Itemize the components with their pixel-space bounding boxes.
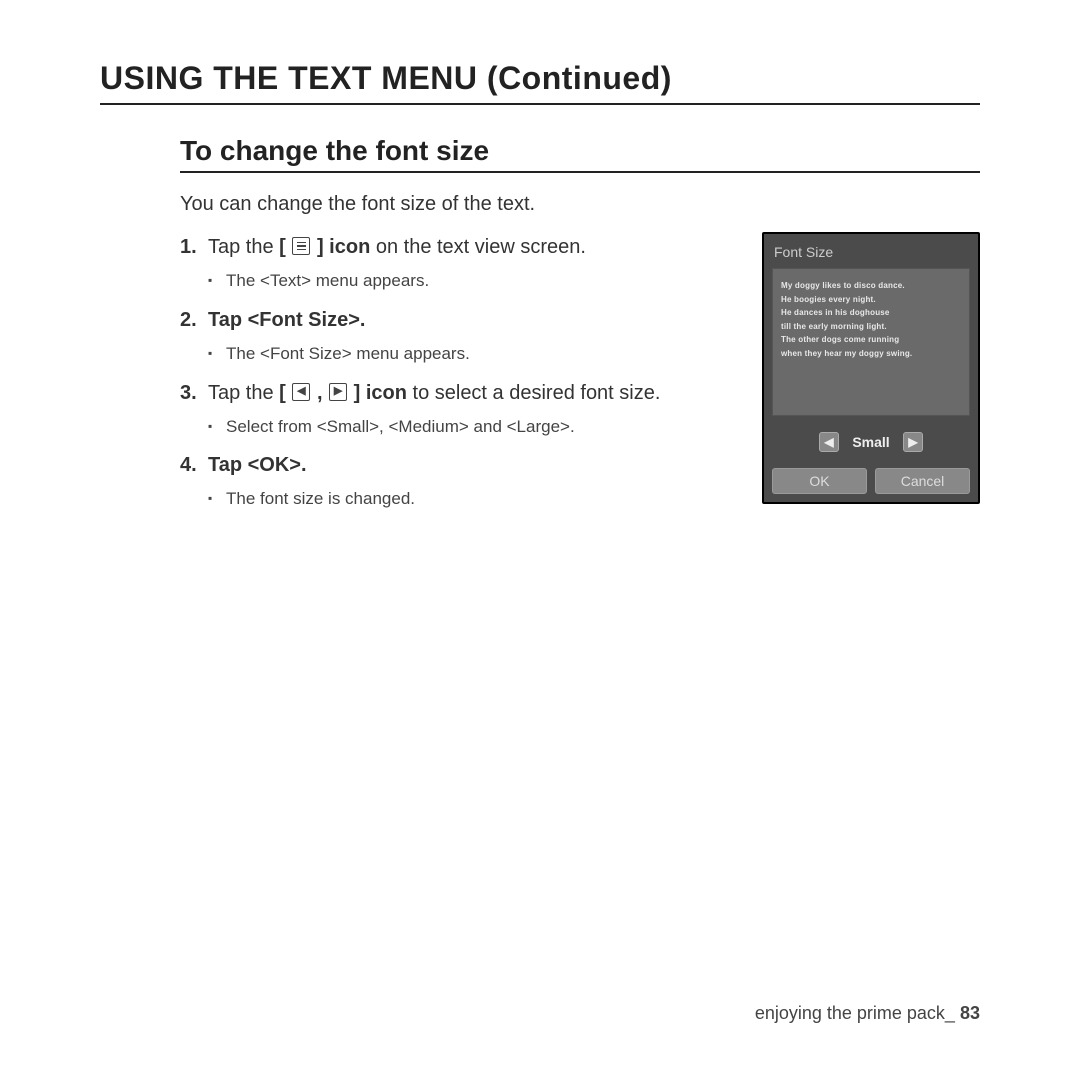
- step-1-bullet: The <Text> menu appears.: [208, 269, 734, 293]
- menu-icon: [292, 237, 310, 255]
- device-title: Font Size: [772, 244, 970, 260]
- step-4: Tap <OK>.: [180, 452, 734, 479]
- step-2-text: Tap <Font Size>.: [208, 309, 365, 331]
- footer-section: enjoying the prime pack_: [755, 1003, 955, 1023]
- step-3-text-c: to select a desired font size.: [407, 382, 660, 404]
- page-title: USING THE TEXT MENU (Continued): [100, 60, 980, 105]
- steps-container: Tap the [ ] icon on the text view screen…: [180, 234, 754, 525]
- right-arrow-icon: ▶: [329, 383, 347, 401]
- preview-line: till the early morning light.: [781, 320, 961, 334]
- step-3-bullet: Select from <Small>, <Medium> and <Large…: [208, 415, 734, 439]
- size-value: Small: [849, 434, 893, 450]
- step-3-icon-word: icon: [360, 382, 407, 404]
- left-arrow-icon: ◀: [292, 383, 310, 401]
- preview-line: when they hear my doggy swing.: [781, 347, 961, 361]
- step-1: Tap the [ ] icon on the text view screen…: [180, 234, 734, 261]
- step-1-text-a: Tap the: [208, 236, 279, 258]
- section-title: To change the font size: [180, 135, 980, 173]
- preview-line: My doggy likes to disco dance.: [781, 279, 961, 293]
- page-footer: enjoying the prime pack_ 83: [755, 1003, 980, 1024]
- step-2: Tap <Font Size>.: [180, 307, 734, 334]
- step-2-bullet: The <Font Size> menu appears.: [208, 342, 734, 366]
- step-1-text-c: on the text view screen.: [370, 236, 586, 258]
- device-mockup: Font Size My doggy likes to disco dance.…: [762, 232, 980, 504]
- step-4-text: Tap <OK>.: [208, 454, 307, 476]
- size-selector: ◀ Small ▶: [772, 416, 970, 466]
- page-number: 83: [960, 1003, 980, 1023]
- preview-line: He boogies every night.: [781, 293, 961, 307]
- intro-text: You can change the font size of the text…: [180, 193, 980, 216]
- preview-line: He dances in his doghouse: [781, 306, 961, 320]
- step-3: Tap the [ ◀ , ▶ ] icon to select a desir…: [180, 380, 734, 407]
- ok-button[interactable]: OK: [772, 468, 867, 494]
- step-4-bullet: The font size is changed.: [208, 487, 734, 511]
- device-text-preview: My doggy likes to disco dance. He boogie…: [772, 268, 970, 416]
- step-1-icon-word: icon: [324, 236, 371, 258]
- step-3-text-a: Tap the: [208, 382, 279, 404]
- size-prev-button[interactable]: ◀: [819, 432, 839, 452]
- size-next-button[interactable]: ▶: [903, 432, 923, 452]
- preview-line: The other dogs come running: [781, 333, 961, 347]
- cancel-button[interactable]: Cancel: [875, 468, 970, 494]
